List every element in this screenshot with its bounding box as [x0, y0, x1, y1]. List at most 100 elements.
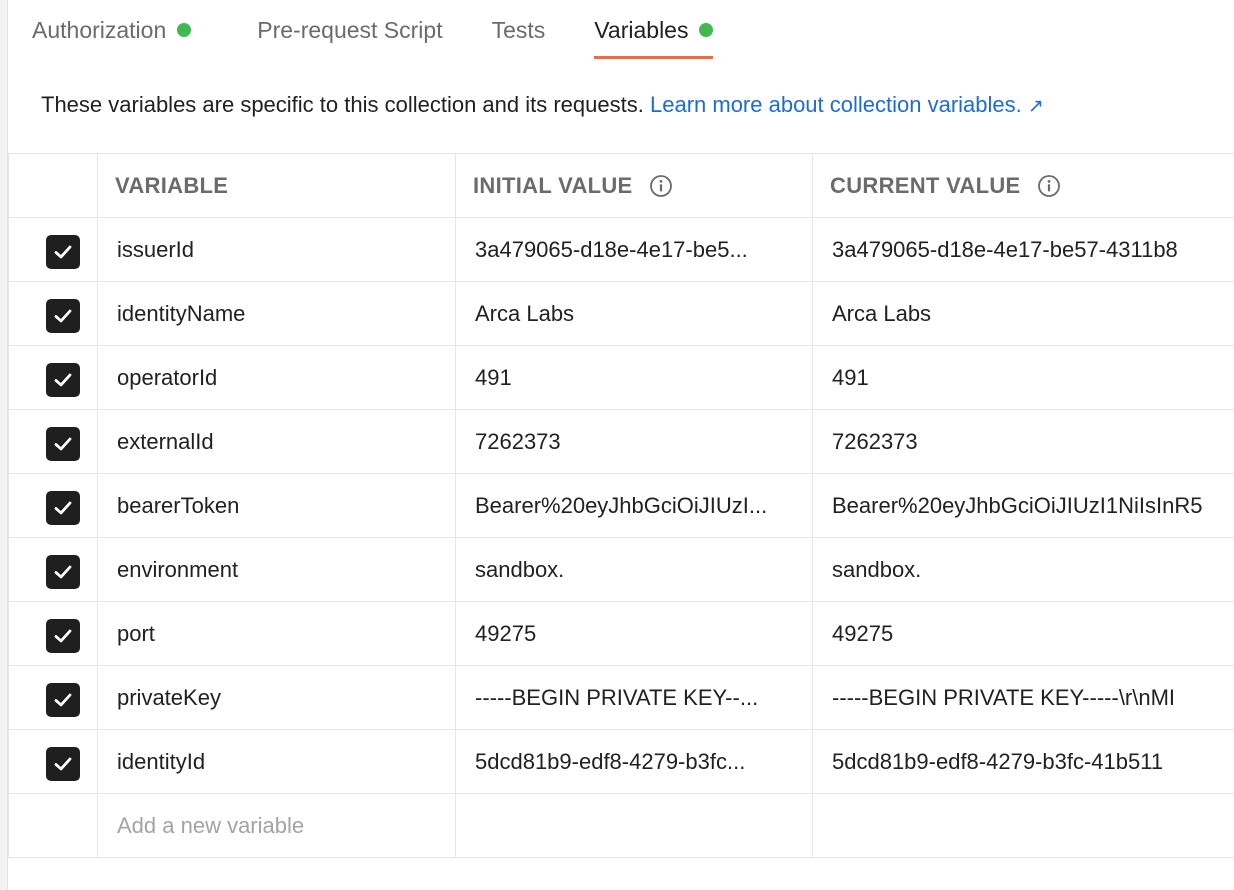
current-value-cell[interactable]: 49275 [812, 601, 1234, 666]
row-checkbox-cell [8, 281, 98, 346]
variable-name-cell[interactable]: environment [97, 537, 456, 602]
current-value-cell[interactable]: Bearer%20eyJhbGciOiJIUzI1NiIsInR5 [812, 473, 1234, 538]
table-row: privateKey -----BEGIN PRIVATE KEY--... -… [8, 665, 1234, 730]
initial-value-cell[interactable]: -----BEGIN PRIVATE KEY--... [455, 665, 813, 730]
new-variable-name-cell[interactable]: Add a new variable [97, 793, 456, 858]
row-checkbox-cell [8, 601, 98, 666]
row-checkbox-cell [8, 537, 98, 602]
tab-label: Pre-request Script [257, 16, 443, 43]
variable-name-cell[interactable]: operatorId [97, 345, 456, 410]
header-initial-value-label: INITIAL VALUE [473, 172, 633, 198]
current-value: 5dcd81b9-edf8-4279-b3fc-41b511 [832, 748, 1164, 774]
checkmark-icon [54, 629, 72, 642]
row-enabled-checkbox[interactable] [46, 618, 80, 653]
initial-value-cell[interactable]: 3a479065-d18e-4e17-be5... [455, 217, 813, 282]
current-value: Bearer%20eyJhbGciOiJIUzI1NiIsInR5 [832, 492, 1203, 518]
current-value: 3a479065-d18e-4e17-be57-4311b8 [832, 236, 1178, 262]
header-current-value-label: CURRENT VALUE [830, 172, 1021, 198]
current-value: 7262373 [832, 428, 918, 454]
current-value: 491 [832, 364, 869, 390]
new-initial-value-cell[interactable] [455, 793, 813, 858]
table-row: identityId 5dcd81b9-edf8-4279-b3fc... 5d… [8, 729, 1234, 794]
initial-value: 491 [475, 364, 512, 390]
variables-table: VARIABLE INITIAL VALUE CURRENT VALUE iss… [8, 153, 1234, 858]
row-enabled-checkbox[interactable] [46, 682, 80, 717]
variable-name: issuerId [117, 236, 195, 262]
variable-name-cell[interactable]: bearerToken [97, 473, 456, 538]
table-row: issuerId 3a479065-d18e-4e17-be5... 3a479… [8, 217, 1234, 282]
initial-value-cell[interactable]: sandbox. [455, 537, 813, 602]
add-variable-input[interactable]: Add a new variable [99, 813, 455, 839]
learn-more-link[interactable]: Learn more about collection variables. ↗ [650, 92, 1044, 117]
row-enabled-checkbox[interactable] [46, 746, 80, 781]
table-header-row: VARIABLE INITIAL VALUE CURRENT VALUE [8, 153, 1234, 218]
table-row: identityName Arca Labs Arca Labs [8, 281, 1234, 346]
initial-value: -----BEGIN PRIVATE KEY--... [475, 684, 759, 710]
variable-name: identityId [117, 748, 206, 774]
variable-name: port [117, 620, 155, 646]
row-enabled-checkbox[interactable] [46, 298, 80, 333]
variables-description: These variables are specific to this col… [41, 92, 1044, 118]
initial-value-cell[interactable]: Arca Labs [455, 281, 813, 346]
initial-value: 3a479065-d18e-4e17-be5... [475, 236, 748, 262]
tab-variables[interactable]: Variables [594, 0, 714, 60]
external-link-arrow-icon: ↗ [1027, 96, 1044, 117]
variable-name: externalId [117, 428, 214, 454]
current-value-cell[interactable]: 7262373 [812, 409, 1234, 474]
current-value-cell[interactable]: Arca Labs [812, 281, 1234, 346]
current-value: 49275 [832, 620, 894, 646]
checkmark-icon [54, 373, 72, 386]
tab-pre-request-script[interactable]: Pre-request Script [257, 0, 442, 60]
variable-name-cell[interactable]: port [97, 601, 456, 666]
row-enabled-checkbox[interactable] [46, 490, 80, 525]
current-value-cell[interactable]: sandbox. [812, 537, 1234, 602]
initial-value-cell[interactable]: 7262373 [455, 409, 813, 474]
status-dot-icon [699, 23, 714, 37]
info-icon[interactable] [1037, 174, 1061, 198]
variable-name: operatorId [117, 364, 218, 390]
row-checkbox-cell [8, 409, 98, 474]
variable-name-cell[interactable]: externalId [97, 409, 456, 474]
left-gutter [0, 0, 8, 890]
initial-value: Arca Labs [475, 300, 575, 326]
current-value-cell[interactable]: 3a479065-d18e-4e17-be57-4311b8 [812, 217, 1234, 282]
initial-value-cell[interactable]: Bearer%20eyJhbGciOiJIUzI... [455, 473, 813, 538]
variable-name-cell[interactable]: identityId [97, 729, 456, 794]
active-tab-indicator [594, 56, 714, 59]
row-enabled-checkbox[interactable] [46, 362, 80, 397]
initial-value-cell[interactable]: 49275 [455, 601, 813, 666]
tab-authorization[interactable]: Authorization [32, 0, 192, 60]
variable-name-cell[interactable]: identityName [97, 281, 456, 346]
table-row: bearerToken Bearer%20eyJhbGciOiJIUzI... … [8, 473, 1234, 538]
new-current-value-cell[interactable] [812, 793, 1234, 858]
checkmark-icon [54, 309, 72, 322]
checkmark-icon [54, 693, 72, 706]
row-enabled-checkbox[interactable] [46, 234, 80, 269]
tab-label: Variables [594, 16, 689, 43]
variable-name: bearerToken [117, 492, 240, 518]
header-checkbox-cell [8, 153, 98, 218]
row-enabled-checkbox[interactable] [46, 554, 80, 589]
initial-value-cell[interactable]: 491 [455, 345, 813, 410]
initial-value: 5dcd81b9-edf8-4279-b3fc... [475, 748, 746, 774]
variable-name-cell[interactable]: privateKey [97, 665, 456, 730]
variable-name: environment [117, 556, 239, 582]
current-value-cell[interactable]: -----BEGIN PRIVATE KEY-----\r\nMI [812, 665, 1234, 730]
row-checkbox-cell [8, 473, 98, 538]
checkmark-icon [54, 757, 72, 770]
variable-name-cell[interactable]: issuerId [97, 217, 456, 282]
current-value-cell[interactable]: 5dcd81b9-edf8-4279-b3fc-41b511 [812, 729, 1234, 794]
row-checkbox-cell [8, 217, 98, 282]
tab-tests[interactable]: Tests [492, 0, 546, 60]
checkmark-icon [54, 565, 72, 578]
current-value: Arca Labs [832, 300, 932, 326]
header-current-value: CURRENT VALUE [812, 153, 1234, 218]
initial-value-cell[interactable]: 5dcd81b9-edf8-4279-b3fc... [455, 729, 813, 794]
row-enabled-checkbox[interactable] [46, 426, 80, 461]
status-dot-icon [177, 23, 192, 37]
info-icon[interactable] [649, 174, 673, 198]
tab-label: Authorization [32, 16, 167, 43]
current-value-cell[interactable]: 491 [812, 345, 1234, 410]
header-initial-value: INITIAL VALUE [455, 153, 813, 218]
row-checkbox-cell [8, 345, 98, 410]
